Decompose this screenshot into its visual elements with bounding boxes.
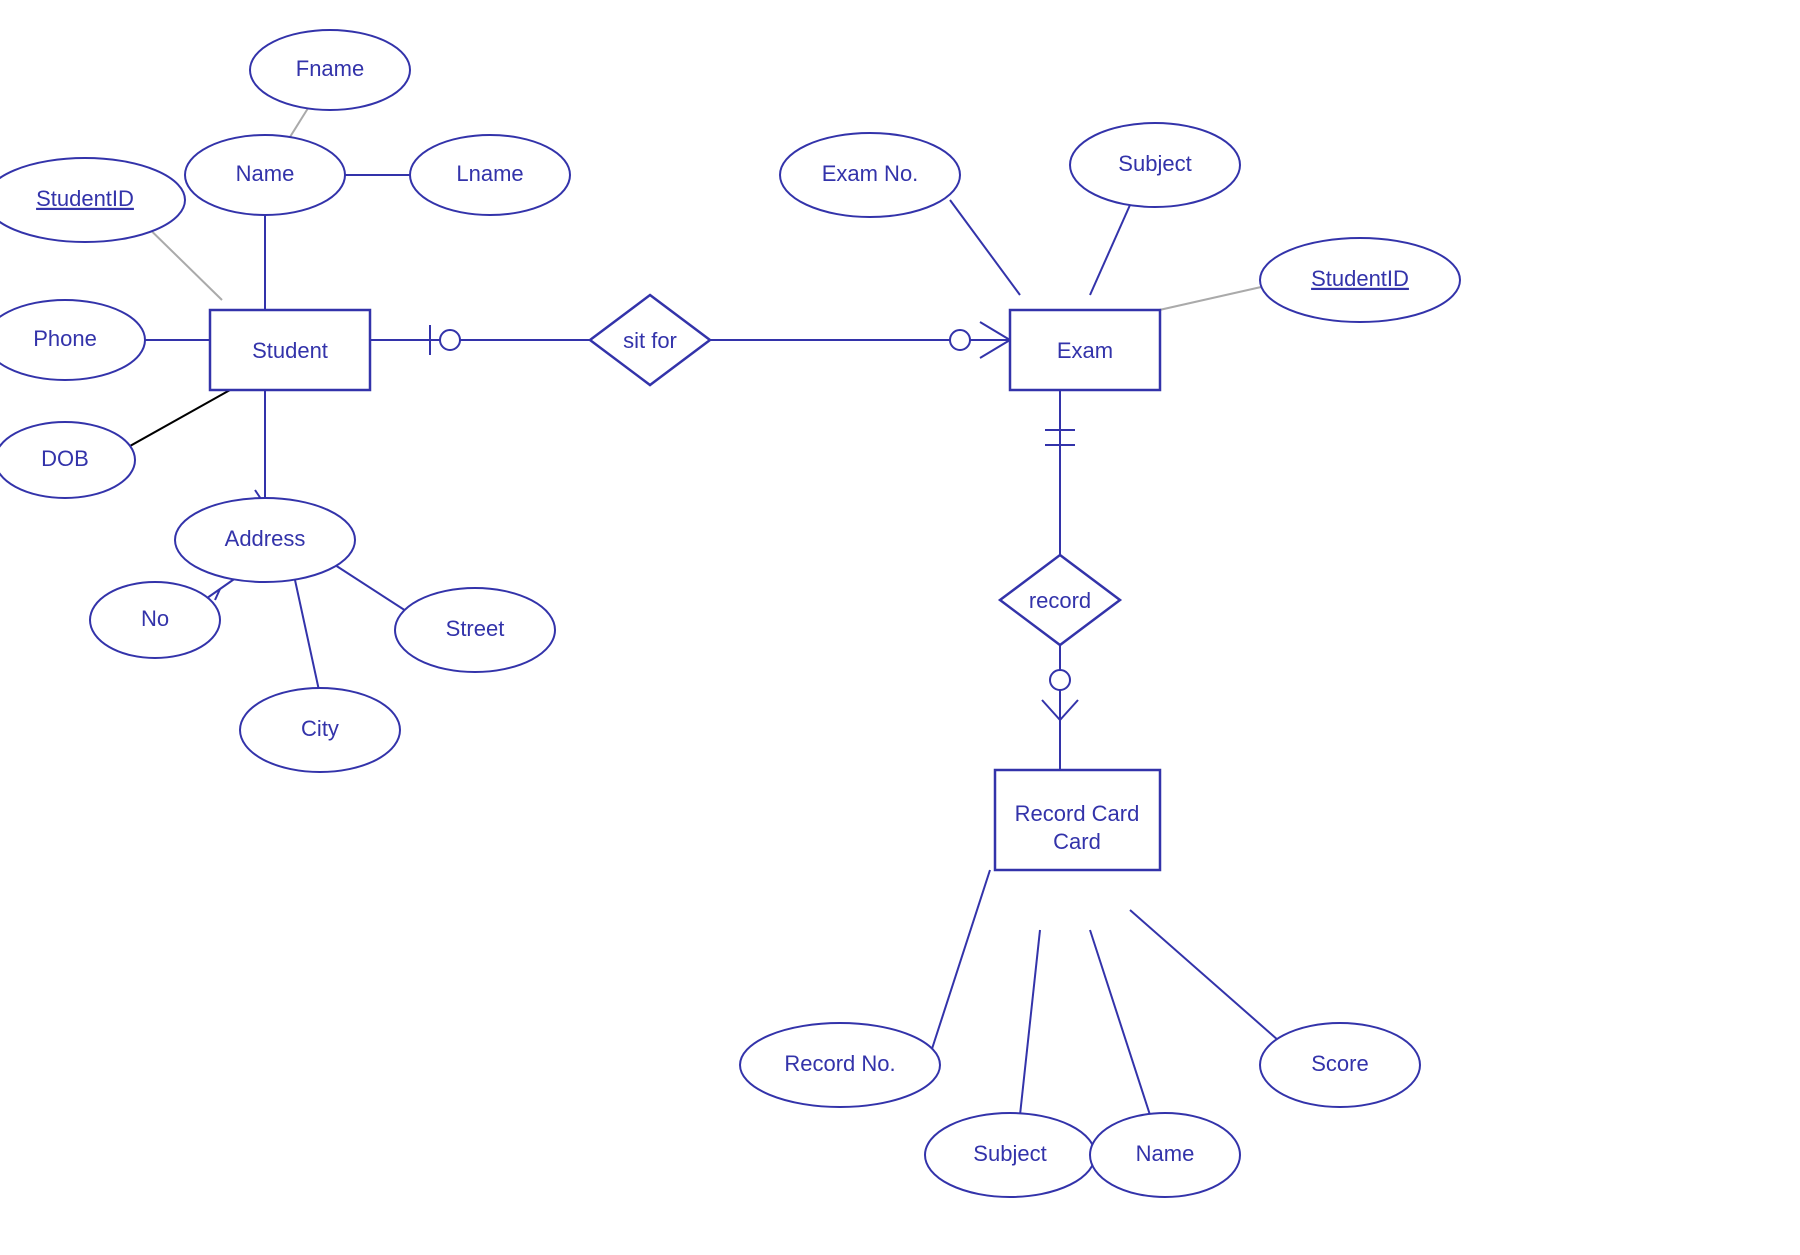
- crow-rc-many2: [1060, 700, 1078, 720]
- label-dob: DOB: [41, 446, 89, 471]
- line-name-rc: [1090, 930, 1150, 1115]
- line-subject-rc: [1020, 930, 1040, 1115]
- label-name-rc: Name: [1136, 1141, 1195, 1166]
- line-city-address: [295, 580, 320, 695]
- line-subject-exam: [1090, 205, 1130, 295]
- label-recordno: Record No.: [784, 1051, 895, 1076]
- label-subject-exam: Subject: [1118, 151, 1191, 176]
- label-fname: Fname: [296, 56, 364, 81]
- label-examno: Exam No.: [822, 161, 919, 186]
- label-student: Student: [252, 338, 328, 363]
- crow-many2: [980, 340, 1010, 358]
- label-phone: Phone: [33, 326, 97, 351]
- crow-circle1-student: [440, 330, 460, 350]
- label-name: Name: [236, 161, 295, 186]
- label-no: No: [141, 606, 169, 631]
- label-record-card: Record Card: [1015, 801, 1140, 826]
- label-subject-rc: Subject: [973, 1141, 1046, 1166]
- er-diagram: Fname Name Lname StudentID Phone DOB Add…: [0, 0, 1800, 1250]
- line-recordno-rc: [930, 870, 990, 1055]
- label-city: City: [301, 716, 339, 741]
- label-lname: Lname: [456, 161, 523, 186]
- label-score: Score: [1311, 1051, 1368, 1076]
- label-studentid2: StudentID: [1311, 266, 1409, 291]
- line-examno-exam: [950, 200, 1020, 295]
- crow-circle1-exam: [950, 330, 970, 350]
- crow-circle-rc1: [1050, 670, 1070, 690]
- line-score-rc: [1130, 910, 1295, 1055]
- label-exam: Exam: [1057, 338, 1113, 363]
- label-sitfor: sit for: [623, 328, 677, 353]
- label-street: Street: [446, 616, 505, 641]
- label-address: Address: [225, 526, 306, 551]
- label-studentid: StudentID: [36, 186, 134, 211]
- crow-many1: [980, 322, 1010, 340]
- label-record: record: [1029, 588, 1091, 613]
- crow-rc-many1: [1042, 700, 1060, 720]
- label-record-card2: Card: [1053, 829, 1101, 854]
